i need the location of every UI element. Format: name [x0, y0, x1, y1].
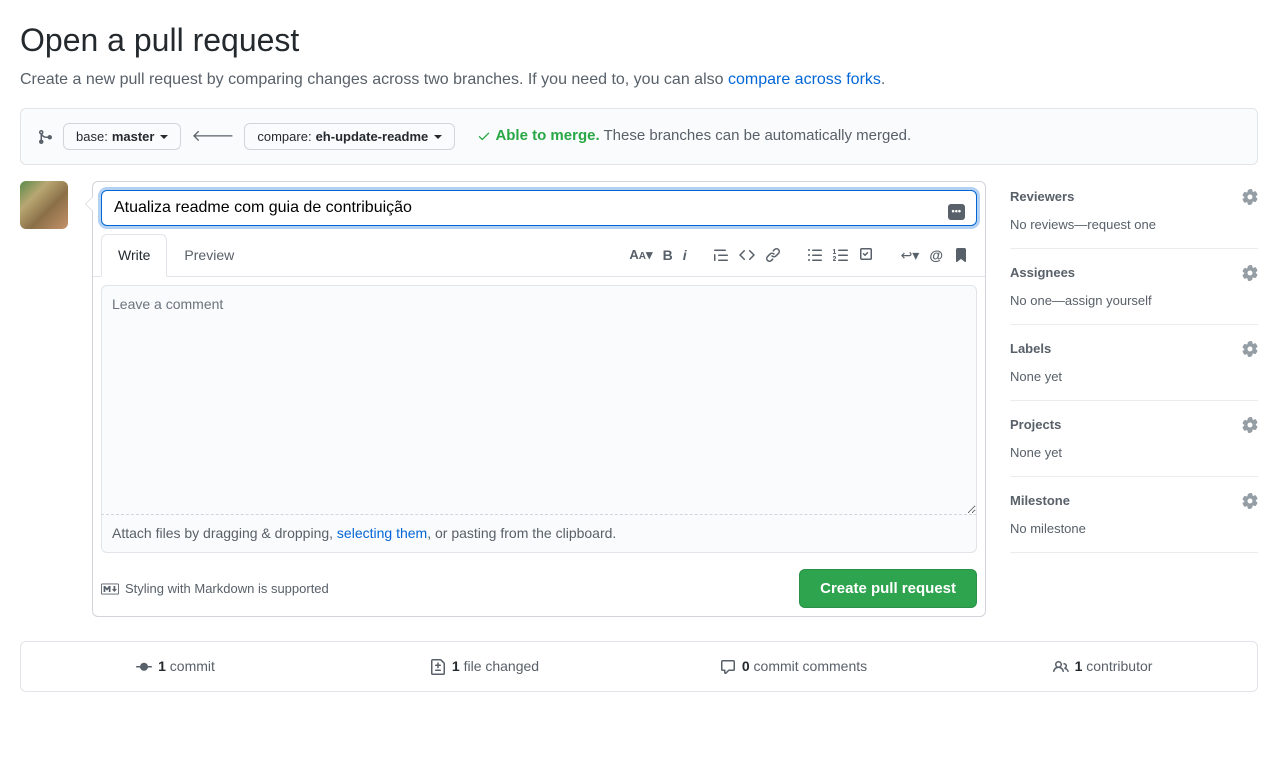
caret-down-icon: [160, 135, 168, 139]
milestone-section: Milestone No milestone: [1010, 477, 1258, 553]
gear-icon[interactable]: [1242, 493, 1258, 509]
subtitle-text: Create a new pull request by comparing c…: [20, 71, 728, 88]
arrow-left-icon: 🡐: [191, 125, 234, 149]
comments-stat[interactable]: 0 commit comments: [639, 656, 948, 677]
projects-section: Projects None yet: [1010, 401, 1258, 477]
labels-body: None yet: [1010, 367, 1258, 387]
files-count: 1: [452, 658, 460, 674]
numbered-list-icon[interactable]: [833, 247, 849, 263]
compare-bar: base: master 🡐 compare: eh-update-readme…: [20, 108, 1258, 165]
heading-icon[interactable]: AA▾: [629, 245, 652, 265]
code-icon[interactable]: [739, 247, 755, 263]
markdown-hint[interactable]: Styling with Markdown is supported: [101, 579, 329, 599]
compare-forks-link[interactable]: compare across forks: [728, 71, 881, 88]
commits-count: 1: [158, 658, 166, 674]
attach-suffix: , or pasting from the clipboard.: [427, 525, 616, 541]
milestone-title: Milestone: [1010, 491, 1070, 511]
pr-editor: ••• Write Preview AA▾ B i: [92, 181, 986, 617]
link-icon[interactable]: [765, 247, 781, 263]
preview-tab[interactable]: Preview: [167, 234, 251, 277]
comments-count: 0: [742, 658, 750, 674]
bold-icon[interactable]: B: [663, 245, 673, 266]
milestone-body: No milestone: [1010, 519, 1258, 539]
markdown-hint-text: Styling with Markdown is supported: [125, 579, 329, 599]
subtitle-suffix: .: [881, 71, 885, 88]
attach-select-link[interactable]: selecting them: [337, 525, 427, 541]
markdown-icon: [101, 582, 119, 596]
avatar-column: [20, 181, 68, 229]
assignees-section: Assignees No one—assign yourself: [1010, 249, 1258, 325]
merge-ok-text: Able to merge.: [495, 127, 599, 144]
base-branch-button[interactable]: base: master: [63, 123, 181, 150]
labels-title: Labels: [1010, 339, 1051, 359]
git-compare-icon: [37, 129, 53, 145]
bookmark-icon[interactable]: [953, 247, 969, 263]
formatting-toolbar: AA▾ B i ↩▾: [629, 245, 977, 266]
commits-stat[interactable]: 1 commit: [21, 656, 330, 677]
gear-icon[interactable]: [1242, 189, 1258, 205]
create-pr-button[interactable]: Create pull request: [799, 569, 977, 608]
caret-down-icon: [434, 135, 442, 139]
page-title: Open a pull request: [20, 16, 1258, 64]
commits-label: commit: [166, 658, 215, 674]
compare-branch-name: eh-update-readme: [316, 129, 429, 144]
file-diff-icon: [430, 659, 446, 675]
gear-icon[interactable]: [1242, 417, 1258, 433]
assignees-title: Assignees: [1010, 263, 1075, 283]
bullet-list-icon[interactable]: [807, 247, 823, 263]
reply-icon[interactable]: ↩▾: [901, 245, 920, 266]
labels-section: Labels None yet: [1010, 325, 1258, 401]
reviewers-title: Reviewers: [1010, 187, 1074, 207]
contributors-stat[interactable]: 1 contributor: [948, 656, 1257, 677]
stats-bar: 1 commit 1 file changed 0 commit comment…: [20, 641, 1258, 692]
merge-status: Able to merge. These branches can be aut…: [477, 125, 911, 148]
attach-prefix: Attach files by dragging & dropping,: [112, 525, 337, 541]
comments-label: commit comments: [750, 658, 867, 674]
title-suggestion-badge[interactable]: •••: [948, 204, 965, 220]
create-pr-label: Create pull request: [820, 580, 956, 597]
sidebar: Reviewers No reviews—request one Assigne…: [1010, 181, 1258, 553]
gear-icon[interactable]: [1242, 265, 1258, 281]
projects-body: None yet: [1010, 443, 1258, 463]
pr-body-textarea[interactable]: [101, 285, 977, 515]
pr-title-input[interactable]: [101, 190, 977, 226]
mention-icon[interactable]: @: [929, 245, 943, 266]
check-icon: [477, 129, 491, 143]
commit-icon: [136, 659, 152, 675]
merge-desc-text: These branches can be automatically merg…: [600, 127, 912, 144]
comment-icon: [720, 659, 736, 675]
quote-icon[interactable]: [713, 247, 729, 263]
attach-hint: Attach files by dragging & dropping, sel…: [101, 515, 977, 553]
task-list-icon[interactable]: [859, 247, 875, 263]
files-label: file changed: [460, 658, 539, 674]
contributors-label: contributor: [1082, 658, 1152, 674]
gear-icon[interactable]: [1242, 341, 1258, 357]
compare-branch-button[interactable]: compare: eh-update-readme: [244, 123, 455, 150]
assignees-body-prefix: No one—: [1010, 293, 1065, 308]
write-tab[interactable]: Write: [101, 234, 167, 277]
user-avatar[interactable]: [20, 181, 68, 229]
projects-title: Projects: [1010, 415, 1061, 435]
reviewers-body: No reviews—request one: [1010, 215, 1258, 235]
base-branch-name: master: [112, 129, 155, 144]
italic-icon[interactable]: i: [683, 245, 687, 266]
page-subtitle: Create a new pull request by comparing c…: [20, 68, 1258, 92]
assign-yourself-link[interactable]: assign yourself: [1065, 293, 1152, 308]
compare-prefix: compare:: [257, 129, 311, 144]
base-prefix: base:: [76, 129, 108, 144]
files-stat[interactable]: 1 file changed: [330, 656, 639, 677]
people-icon: [1053, 659, 1069, 675]
reviewers-section: Reviewers No reviews—request one: [1010, 181, 1258, 249]
